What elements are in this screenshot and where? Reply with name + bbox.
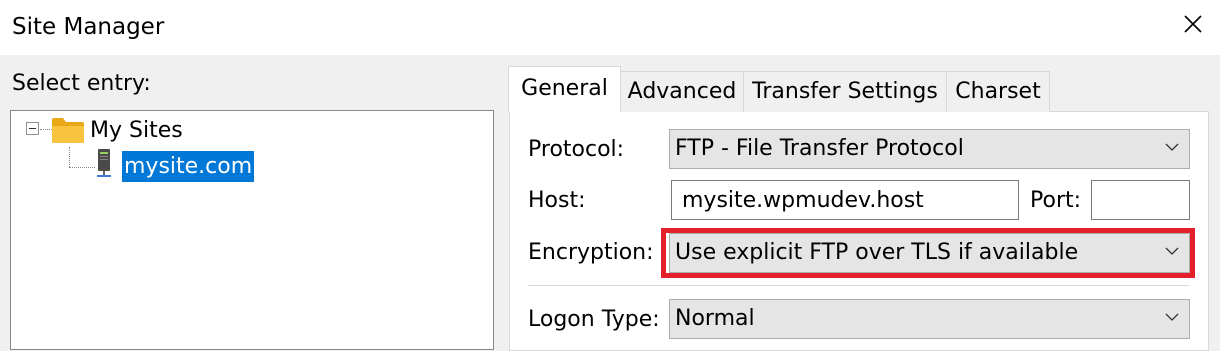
collapse-toggle[interactable]	[26, 122, 39, 135]
host-value: mysite.wpmudev.host	[682, 188, 924, 213]
encryption-highlight	[661, 228, 1195, 278]
close-icon	[1184, 15, 1202, 33]
folder-icon	[52, 118, 84, 143]
tree-connector	[69, 147, 70, 167]
tab-advanced[interactable]: Advanced	[620, 71, 744, 112]
host-label: Host:	[528, 188, 586, 213]
protocol-value: FTP - File Transfer Protocol	[675, 136, 964, 161]
port-input[interactable]	[1091, 180, 1190, 220]
separator	[528, 285, 1189, 286]
tree-item-mysite[interactable]: mysite.com	[122, 151, 255, 182]
select-entry-label: Select entry:	[12, 71, 151, 96]
logon-type-value: Normal	[675, 306, 755, 331]
logon-type-select[interactable]: Normal	[669, 299, 1190, 339]
chevron-down-icon	[1165, 313, 1179, 321]
tree-connector	[69, 167, 95, 168]
chevron-down-icon	[1165, 143, 1179, 151]
logon-type-label: Logon Type:	[528, 307, 660, 332]
encryption-label: Encryption:	[528, 240, 654, 265]
tab-charset[interactable]: Charset	[946, 71, 1050, 112]
host-input[interactable]: mysite.wpmudev.host	[671, 180, 1019, 220]
port-label: Port:	[1030, 188, 1082, 213]
tab-transfer-settings[interactable]: Transfer Settings	[743, 71, 947, 112]
window-title: Site Manager	[12, 14, 165, 40]
server-icon	[97, 149, 111, 177]
site-tree[interactable]: My Sites mysite.com	[10, 110, 494, 350]
protocol-select[interactable]: FTP - File Transfer Protocol	[669, 129, 1190, 169]
close-button[interactable]	[1166, 0, 1220, 48]
tree-item-my-sites[interactable]: My Sites	[90, 117, 183, 145]
title-bar: Site Manager	[0, 0, 1220, 55]
protocol-label: Protocol:	[528, 137, 625, 162]
tab-general[interactable]: General	[508, 66, 621, 112]
